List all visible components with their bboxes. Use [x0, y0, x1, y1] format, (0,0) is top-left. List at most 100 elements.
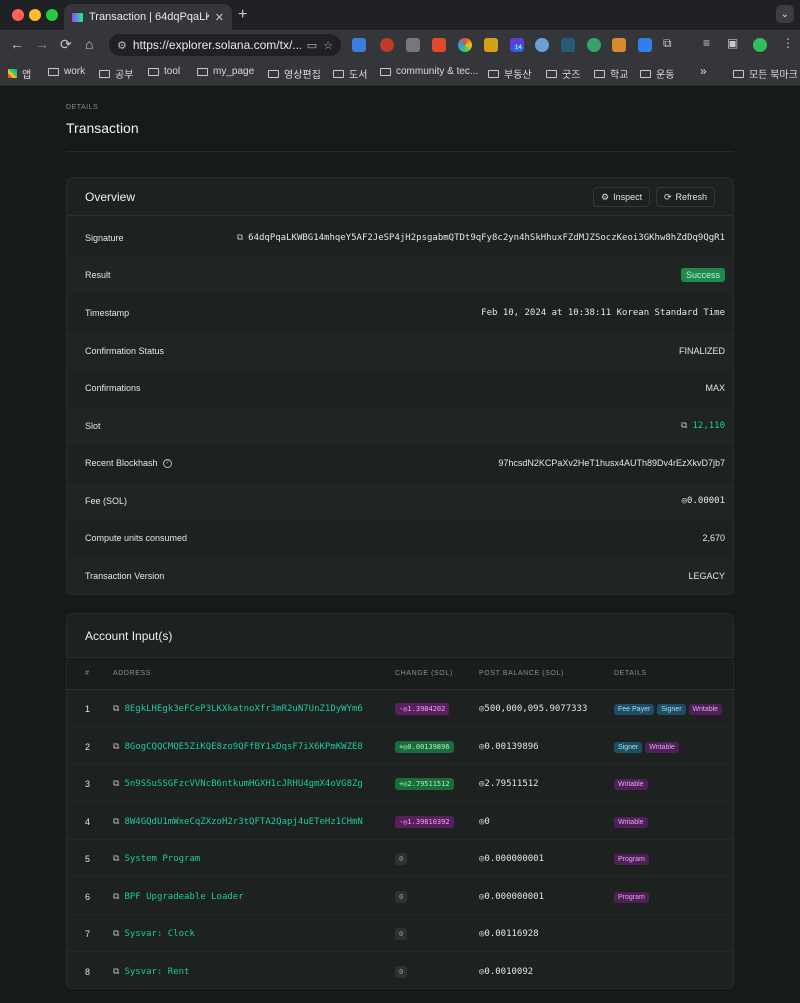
- account-address[interactable]: ⧉ BPF Upgradeable Loader: [113, 892, 244, 902]
- bookmark-star-icon[interactable]: ☆: [323, 39, 333, 52]
- account-address-link[interactable]: BPF Upgradeable Loader: [124, 892, 243, 902]
- refresh-icon: ⟳: [664, 191, 672, 202]
- account-address-link[interactable]: Sysvar: Clock: [124, 929, 194, 939]
- account-address[interactable]: ⧉ 5n9SSuSSGFzcVVNcB6ntkumHGXH1cJRHU4gmX4o…: [113, 779, 363, 789]
- copy-icon[interactable]: ⧉: [113, 892, 119, 902]
- signature-label: Signature: [85, 233, 124, 243]
- tab-close-icon[interactable]: ✕: [215, 11, 224, 24]
- new-tab-button[interactable]: +: [238, 6, 247, 24]
- reading-list-icon[interactable]: ≡: [703, 36, 710, 50]
- table-row: 3 ⧉ 5n9SSuSSGFzcVVNcB6ntkumHGXH1cJRHU4gmX4…: [67, 765, 733, 802]
- fee-label: Fee (SOL): [85, 496, 128, 506]
- extension-icon[interactable]: [380, 38, 394, 52]
- bookmark-folder-work[interactable]: work: [48, 66, 85, 77]
- account-address[interactable]: ⧉ 8GogCQQCMQE5ZiKQE8zo9QFfBY1xDqsF7iX6KPm…: [113, 742, 363, 752]
- back-arrow-icon[interactable]: ←: [10, 36, 24, 52]
- extension-icon[interactable]: [612, 38, 626, 52]
- extension-icon[interactable]: [484, 38, 498, 52]
- bookmark-folder-tool[interactable]: tool: [148, 66, 180, 77]
- bookmark-folder-video-editing[interactable]: 영상편집: [268, 66, 321, 81]
- side-panel-icon[interactable]: ▣: [727, 36, 738, 50]
- site-settings-icon[interactable]: ⚙: [117, 39, 127, 52]
- tab-search-chevron-icon[interactable]: ⌄: [776, 5, 794, 23]
- extension-icon[interactable]: [587, 38, 601, 52]
- copy-icon[interactable]: ⧉: [113, 742, 119, 752]
- solana-logo-icon: [72, 12, 83, 22]
- extension-icon[interactable]: [406, 38, 420, 52]
- help-icon[interactable]: ?: [162, 458, 172, 468]
- bookmark-folder-community[interactable]: community & tec...: [380, 66, 478, 77]
- account-address-link[interactable]: 8GogCQQCMQE5ZiKQE8zo9QFfBY1xDqsF7iX6KPmK…: [124, 742, 362, 752]
- bookmark-folder-study[interactable]: 공부: [99, 66, 133, 81]
- overview-card: Overview ⚙ Inspect ⟳ Refresh Signature ⧉…: [66, 177, 734, 595]
- folder-icon: [197, 67, 208, 76]
- copy-icon[interactable]: ⧉: [113, 817, 119, 827]
- extension-icon[interactable]: [638, 38, 652, 52]
- forward-arrow-icon[interactable]: →: [35, 36, 49, 52]
- transaction-version-value: LEGACY: [688, 571, 725, 581]
- page-title: Transaction: [66, 120, 139, 136]
- browser-toolbar: ← → ⟳ ⌂ ⚙ https://explorer.solana.com/tx…: [0, 30, 800, 60]
- copy-icon[interactable]: ⧉: [113, 929, 119, 939]
- table-row: 8 ⧉ Sysvar: Rent 0 ◎0.0010092: [67, 953, 733, 989]
- column-header-post-balance: POST BALANCE (SOL): [479, 670, 564, 677]
- minimize-window-button[interactable]: [29, 9, 41, 21]
- slot-link[interactable]: 12,110: [692, 421, 725, 431]
- account-address[interactable]: ⧉ Sysvar: Clock: [113, 929, 195, 939]
- account-address[interactable]: ⧉ 8EgkLHEgk3eFCeP3LKXkatnoXfr3mR2uN7UnZ1D…: [113, 704, 363, 714]
- browser-menu-icon[interactable]: ⋮: [782, 36, 794, 50]
- apps-grid-icon: [8, 69, 17, 78]
- extensions-puzzle-icon[interactable]: ⧉: [663, 36, 672, 51]
- bookmarks-overflow-button[interactable]: »: [700, 64, 707, 78]
- extension-icon[interactable]: [432, 38, 446, 52]
- balance-change-badge: 0: [395, 853, 408, 865]
- extension-icon[interactable]: [352, 38, 366, 52]
- account-address[interactable]: ⧉ 8W4GQdU1mWxeCqZXzoH2r3tQFTA2Qapj4uETeHz…: [113, 817, 363, 827]
- cast-icon[interactable]: ▭: [307, 39, 317, 52]
- maximize-window-button[interactable]: [46, 9, 58, 21]
- close-window-button[interactable]: [12, 9, 24, 21]
- account-address[interactable]: ⧉ System Program: [113, 854, 200, 864]
- refresh-button[interactable]: ⟳ Refresh: [656, 187, 716, 207]
- bookmark-folder-exercise[interactable]: 운동: [640, 66, 674, 81]
- balance-change-badge: 0: [395, 928, 408, 940]
- copy-icon[interactable]: ⧉: [113, 967, 119, 977]
- profile-avatar[interactable]: [753, 38, 767, 52]
- copy-icon[interactable]: ⧉: [237, 233, 243, 243]
- address-bar[interactable]: ⚙ https://explorer.solana.com/tx/... ▭ ☆: [109, 34, 341, 56]
- bookmark-folder-goods[interactable]: 굿즈: [546, 66, 580, 81]
- copy-icon[interactable]: ⧉: [113, 779, 119, 789]
- copy-icon[interactable]: ⧉: [113, 854, 119, 864]
- compute-units-value: 2,670: [702, 533, 725, 543]
- bookmark-apps[interactable]: 앱: [8, 66, 31, 81]
- detail-badge: Program: [614, 891, 649, 903]
- account-address-link[interactable]: 5n9SSuSSGFzcVVNcB6ntkumHGXH1cJRHU4gmX4oV…: [124, 779, 362, 789]
- bookmark-folder-real-estate[interactable]: 부동산: [488, 66, 532, 81]
- copy-icon[interactable]: ⧉: [681, 421, 687, 431]
- copy-icon[interactable]: ⧉: [113, 704, 119, 714]
- account-inputs-header: Account Input(s): [67, 614, 733, 658]
- bookmark-folder-my-page[interactable]: my_page: [197, 66, 254, 77]
- extension-icon[interactable]: [561, 38, 575, 52]
- post-balance: ◎0: [479, 816, 490, 827]
- account-address-link[interactable]: System Program: [124, 854, 200, 864]
- all-bookmarks-folder[interactable]: 모든 북마크: [733, 66, 798, 81]
- bookmark-folder-school[interactable]: 학교: [594, 66, 628, 81]
- account-address[interactable]: ⧉ Sysvar: Rent: [113, 967, 189, 977]
- signature-row: Signature ⧉ 64dqPqaLKWBG14mhqeY5AF2JeSP4…: [67, 220, 733, 257]
- account-address-link[interactable]: 8EgkLHEgk3eFCeP3LKXkatnoXfr3mR2uN7UnZ1Dy…: [124, 704, 362, 714]
- extension-icon[interactable]: [535, 38, 549, 52]
- tab-title: Transaction | 64dqPqaLKWBG: [89, 11, 209, 23]
- bookmark-folder-books[interactable]: 도서: [333, 66, 367, 81]
- extension-icon[interactable]: [458, 38, 472, 52]
- balance-change-badge: +◎0.00139896: [395, 740, 454, 753]
- home-icon[interactable]: ⌂: [85, 36, 93, 52]
- account-address-link[interactable]: Sysvar: Rent: [124, 967, 189, 977]
- inspect-button[interactable]: ⚙ Inspect: [593, 187, 651, 207]
- confirmation-status-row: Confirmation Status FINALIZED: [67, 333, 733, 370]
- account-address-link[interactable]: 8W4GQdU1mWxeCqZXzoH2r3tQFTA2Qapj4uETeHz1…: [124, 817, 362, 827]
- reload-icon[interactable]: ⟳: [60, 36, 72, 53]
- compute-units-row: Compute units consumed 2,670: [67, 520, 733, 557]
- row-index: 3: [85, 779, 91, 789]
- browser-tab-active[interactable]: Transaction | 64dqPqaLKWBG ✕: [64, 4, 232, 30]
